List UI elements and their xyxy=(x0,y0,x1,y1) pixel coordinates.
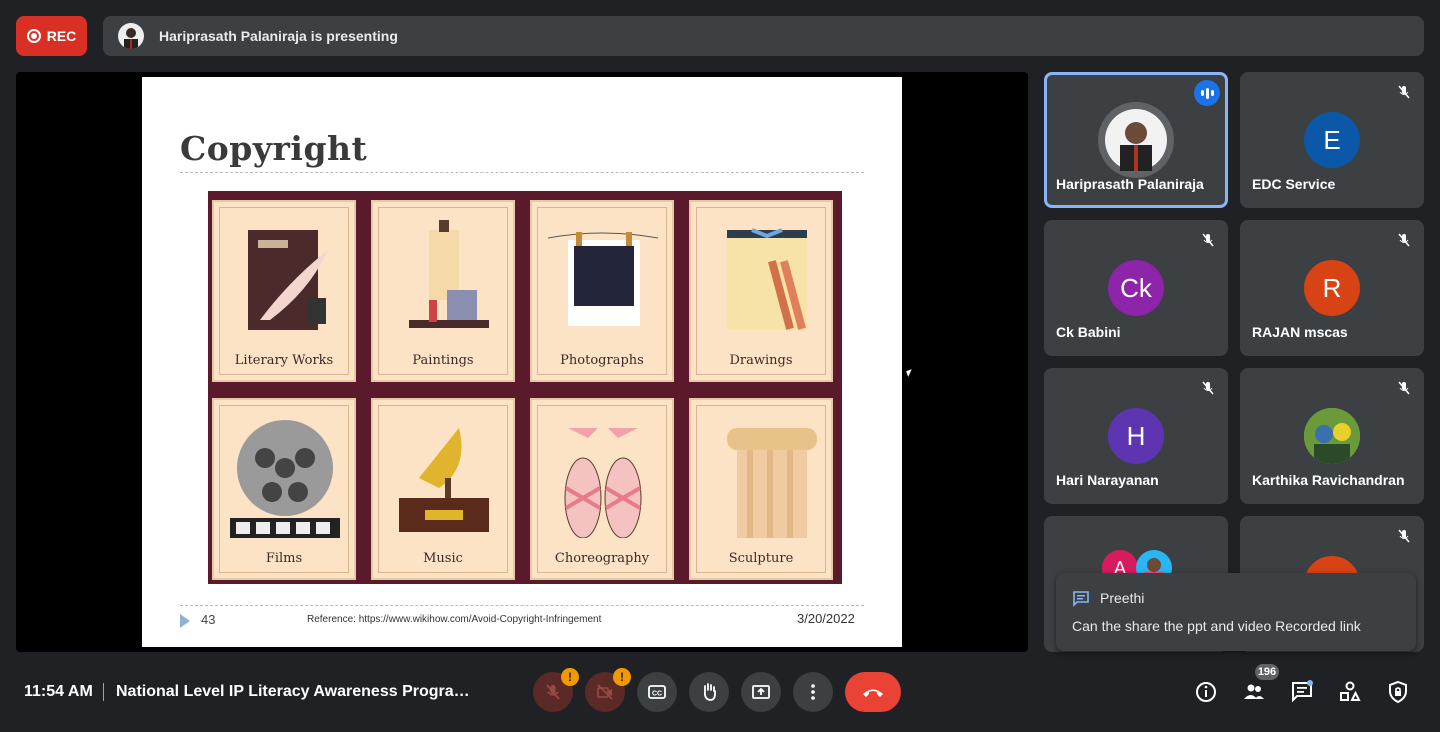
presenter-avatar xyxy=(118,23,144,49)
avatar xyxy=(1304,408,1360,464)
closed-captions-icon: CC xyxy=(648,685,666,699)
participant-tile[interactable]: Hariprasath Palaniraja xyxy=(1044,72,1228,208)
mic-off-icon xyxy=(1398,381,1410,395)
card-sculpture: Sculpture xyxy=(689,398,833,580)
card-label: Literary Works xyxy=(234,353,334,368)
mic-toggle-button[interactable]: ! xyxy=(533,668,579,712)
presenting-banner: Hariprasath Palaniraja is presenting xyxy=(103,16,1424,56)
avatar: H xyxy=(1108,408,1164,464)
mic-off-icon xyxy=(1398,85,1410,99)
slide-title-divider xyxy=(180,172,864,173)
slide-footer-divider xyxy=(180,605,864,606)
participant-tile[interactable]: Ck Ck Babini xyxy=(1044,220,1228,356)
photo-icon xyxy=(548,232,658,326)
captions-button[interactable]: CC xyxy=(637,672,677,712)
participant-tile[interactable]: H Hari Narayanan xyxy=(1044,368,1228,504)
avatar: E xyxy=(1304,112,1360,168)
card-label: Films xyxy=(265,551,303,566)
slide-reference: Reference: https://www.wikihow.com/Avoid… xyxy=(307,614,602,625)
svg-text:CC: CC xyxy=(652,691,662,698)
recording-indicator[interactable]: REC xyxy=(16,16,87,56)
slide-title: Copyright xyxy=(180,129,368,168)
mic-off-icon xyxy=(1202,233,1214,247)
chat-message: Can the share the ppt and video Recorded… xyxy=(1072,618,1361,634)
participant-name: Ck Babini xyxy=(1056,324,1121,340)
book-quill-icon xyxy=(248,230,328,330)
card-label: Music xyxy=(423,551,463,566)
participant-tile[interactable]: R RAJAN mscas xyxy=(1240,220,1424,356)
slide-date: 3/20/2022 xyxy=(797,611,855,626)
slide: Copyright Literary Works Paintings Photo… xyxy=(142,77,902,647)
film-reel-icon xyxy=(230,420,340,538)
clock: 11:54 AM xyxy=(24,683,93,700)
chat-notification[interactable]: Preethi Can the share the ppt and video … xyxy=(1056,573,1416,651)
raise-hand-button[interactable] xyxy=(689,672,729,712)
more-vert-icon xyxy=(811,684,815,700)
column-icon xyxy=(727,428,817,538)
card-paintings: Paintings xyxy=(371,200,515,382)
slide-page-number: 43 xyxy=(201,612,216,627)
host-controls-icon[interactable] xyxy=(1386,680,1410,704)
card-films: Films xyxy=(212,398,356,580)
ballet-shoes-icon xyxy=(564,428,642,538)
leave-call-button[interactable] xyxy=(845,672,901,712)
participant-count-badge: 196 xyxy=(1255,664,1279,680)
camera-toggle-button[interactable]: ! xyxy=(585,668,631,712)
mic-off-icon xyxy=(1398,529,1410,543)
hang-up-icon xyxy=(863,689,883,697)
warning-icon: ! xyxy=(561,668,579,686)
meeting-title: National Level IP Literacy Awareness Pro… xyxy=(116,683,476,700)
presentation-stage: Copyright Literary Works Paintings Photo… xyxy=(16,72,1028,652)
chat-sender: Preethi xyxy=(1100,590,1145,606)
card-label: Choreography xyxy=(554,551,650,566)
activities-icon[interactable] xyxy=(1338,680,1362,704)
card-music: Music xyxy=(371,398,515,580)
mic-off-icon xyxy=(1398,233,1410,247)
meeting-details-icon[interactable] xyxy=(1194,680,1218,704)
divider xyxy=(103,683,104,701)
present-now-button[interactable] xyxy=(741,672,781,712)
chat-icon[interactable] xyxy=(1290,680,1314,704)
avatar: R xyxy=(1304,260,1360,316)
warning-icon: ! xyxy=(613,668,631,686)
play-arrow-icon xyxy=(180,614,190,628)
mic-off-icon xyxy=(1202,381,1214,395)
pencils-icon xyxy=(727,228,807,330)
record-icon xyxy=(26,29,41,43)
speaking-indicator-icon xyxy=(1194,80,1220,106)
copyright-categories-grid: Literary Works Paintings Photographs Dra… xyxy=(208,191,842,584)
participant-tile[interactable]: Karthika Ravichandran xyxy=(1240,368,1424,504)
card-label: Photographs xyxy=(560,353,644,368)
participant-name: Hari Narayanan xyxy=(1056,472,1159,488)
avatar: Ck xyxy=(1108,260,1164,316)
mouse-cursor-icon xyxy=(906,369,914,377)
chat-icon xyxy=(1073,591,1089,607)
card-label: Drawings xyxy=(729,353,793,368)
card-photographs: Photographs xyxy=(530,200,674,382)
participant-name: Hariprasath Palaniraja xyxy=(1056,176,1204,192)
card-literary-works: Literary Works xyxy=(212,200,356,382)
easel-icon xyxy=(409,220,489,328)
participant-tile[interactable]: E EDC Service xyxy=(1240,72,1424,208)
hand-icon xyxy=(703,683,716,701)
participant-name: RAJAN mscas xyxy=(1252,324,1348,340)
card-label: Sculpture xyxy=(728,551,794,566)
avatar xyxy=(1098,102,1174,178)
camera-off-icon xyxy=(597,684,613,700)
gramophone-icon xyxy=(399,428,489,532)
mic-off-icon xyxy=(546,684,560,700)
participant-name: EDC Service xyxy=(1252,176,1336,192)
card-label: Paintings xyxy=(412,353,474,368)
presenting-text: Hariprasath Palaniraja is presenting xyxy=(159,28,398,44)
more-options-button[interactable] xyxy=(793,672,833,712)
recording-label: REC xyxy=(46,28,77,44)
present-screen-icon xyxy=(752,685,770,699)
card-drawings: Drawings xyxy=(689,200,833,382)
card-choreography: Choreography xyxy=(530,398,674,580)
participant-name: Karthika Ravichandran xyxy=(1252,472,1405,488)
people-icon[interactable] xyxy=(1242,680,1266,704)
